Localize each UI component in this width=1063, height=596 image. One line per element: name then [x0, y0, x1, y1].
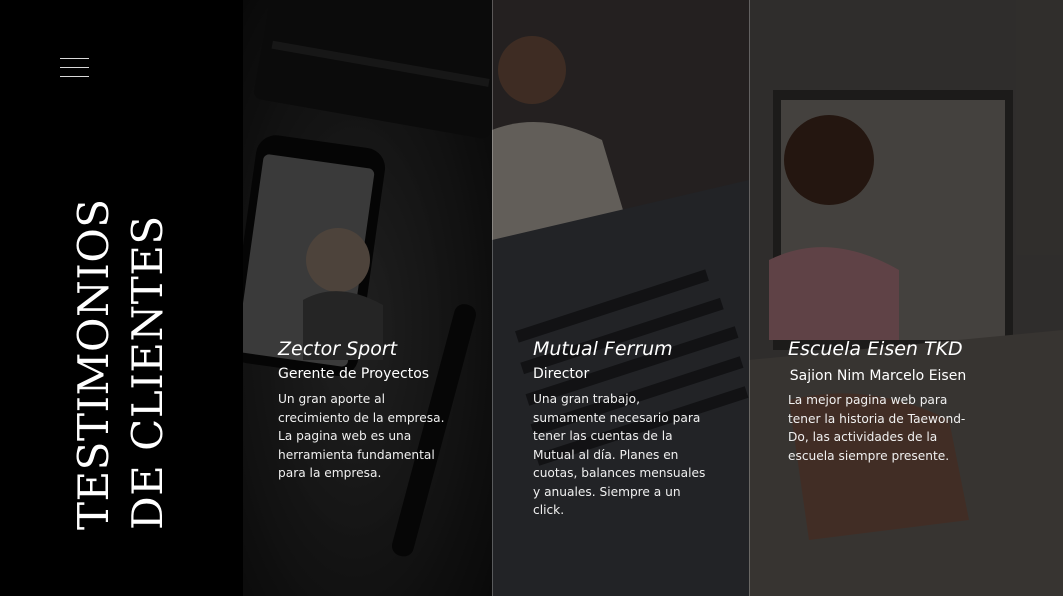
company-name: Escuela Eisen TKD [788, 338, 963, 360]
client-role: Director [533, 366, 590, 382]
testimonial-card-zector: Zector Sport Gerente de Proyectos Un gra… [243, 0, 492, 596]
testimonial-card-mutual: Mutual Ferrum Director Una gran trabajo,… [492, 0, 749, 596]
company-name: Zector Sport [278, 338, 398, 360]
testimonial-caption: Mutual Ferrum Director Una gran trabajo,… [533, 338, 711, 520]
testimonial-text: La mejor pagina web para tener la histor… [788, 393, 966, 463]
client-role: Gerente de Proyectos [278, 366, 430, 382]
testimonial-caption: Zector Sport Gerente de Proyectos Un gra… [278, 338, 453, 483]
client-role: Sajion Nim Marcelo Eisen [789, 368, 967, 384]
company-name: Mutual Ferrum [533, 338, 673, 360]
smiling-woman-laptop-photo [749, 0, 1063, 596]
testimonial-card-eisen: Escuela Eisen TKD Sajion Nim Marcelo Eis… [749, 0, 1063, 596]
hamburger-menu-icon[interactable] [60, 58, 89, 78]
sidebar: TESTIMONIOS DE CLIENTES [0, 0, 243, 596]
panel-divider [492, 0, 493, 596]
section-title-line1: TESTIMONIOS [69, 198, 118, 530]
section-title: TESTIMONIOS DE CLIENTES [67, 198, 175, 530]
panel-divider [749, 0, 750, 596]
testimonial-text: Un gran aporte al crecimiento de la empr… [278, 392, 445, 480]
testimonial-caption: Escuela Eisen TKD Sajion Nim Marcelo Eis… [788, 338, 968, 465]
testimonial-text: Una gran trabajo, sumamente necesario pa… [533, 392, 706, 517]
section-title-line2: DE CLIENTES [123, 215, 172, 530]
phone-on-notebook-photo [243, 0, 492, 596]
